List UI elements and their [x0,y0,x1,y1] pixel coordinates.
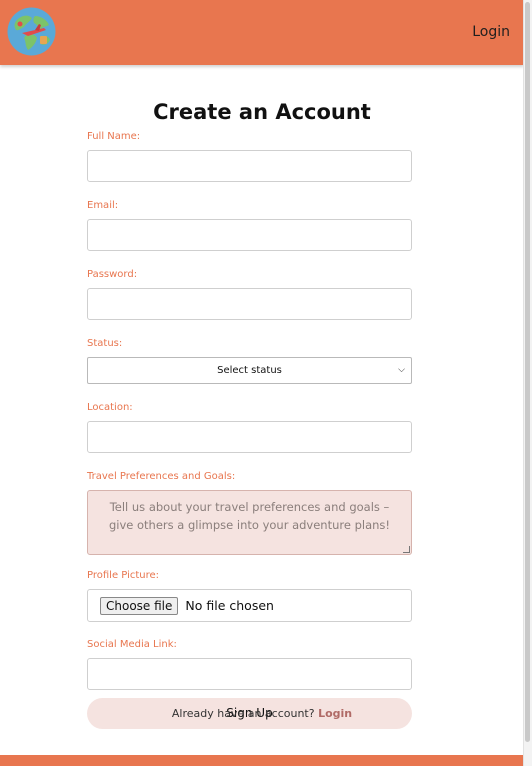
footer-bar [0,755,524,766]
vertical-scrollbar[interactable] [523,0,532,766]
page: Login Create an Account Full Name: Email… [0,0,532,766]
choose-file-button[interactable]: Choose file [100,597,179,615]
status-label: Status: [87,338,123,349]
preferences-placeholder: Tell us about your travel preferences an… [108,500,391,532]
status-selected-value: Select status [217,365,282,376]
full-name-label: Full Name: [87,131,141,142]
email-input[interactable] [87,219,412,251]
location-input[interactable] [87,421,412,453]
page-title: Create an Account [153,100,371,124]
preferences-textarea[interactable]: Tell us about your travel preferences an… [87,490,412,555]
header-login-link[interactable]: Login [472,24,510,40]
globe-logo-icon[interactable] [6,6,57,57]
profile-picture-label: Profile Picture: [87,570,160,581]
status-select[interactable]: Select status ⌵ [87,357,412,384]
social-media-label: Social Media Link: [87,639,177,650]
email-label: Email: [87,200,119,211]
location-label: Location: [87,402,133,413]
scrollbar-thumb[interactable] [525,2,530,742]
full-name-input[interactable] [87,150,412,182]
password-label: Password: [87,269,138,280]
preferences-label: Travel Preferences and Goals: [87,471,236,482]
profile-picture-file-input[interactable]: Choose file No file chosen [87,589,412,622]
resize-handle-icon[interactable] [403,546,410,553]
account-prompt-line: Already have an account? Login [0,707,524,720]
chevron-down-icon: ⌵ [398,365,405,375]
password-input[interactable] [87,288,412,320]
signup-form: Full Name: Email: Password: Status: Sele… [87,130,412,729]
account-prompt-text: Already have an account? [171,707,315,720]
account-login-link[interactable]: Login [318,707,352,720]
social-media-input[interactable] [87,658,412,690]
header-bar: Login [0,0,524,65]
no-file-text: No file chosen [185,598,274,613]
